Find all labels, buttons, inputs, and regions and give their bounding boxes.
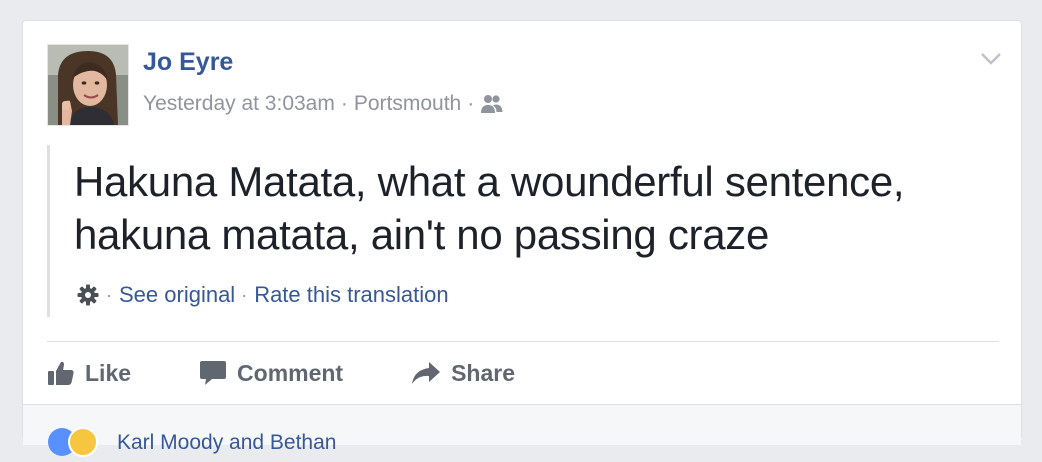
share-label: Share bbox=[451, 359, 516, 386]
reactors-text[interactable]: Karl Moody and Bethan bbox=[117, 431, 336, 455]
translated-post: Hakuna Matata, what a wounderful sentenc… bbox=[47, 145, 990, 317]
friends-icon[interactable] bbox=[480, 94, 504, 114]
post-text-line: hakuna matata, ain't no passing craze bbox=[74, 211, 770, 258]
post-timestamp[interactable]: Yesterday at 3:03am bbox=[143, 93, 335, 114]
divider bbox=[47, 341, 999, 342]
reaction-icons[interactable] bbox=[47, 427, 111, 457]
post-location[interactable]: Portsmouth bbox=[354, 93, 461, 114]
see-original-link[interactable]: See original bbox=[119, 282, 235, 308]
thumbs-up-icon bbox=[48, 361, 74, 385]
gear-icon[interactable] bbox=[76, 283, 100, 307]
post-text: Hakuna Matata, what a wounderful sentenc… bbox=[74, 155, 994, 261]
like-label: Like bbox=[85, 359, 132, 386]
like-button[interactable]: Like bbox=[47, 360, 131, 387]
post-text-line: Hakuna Matata, what a wounderful sentenc… bbox=[74, 158, 905, 205]
rate-translation-link[interactable]: Rate this translation bbox=[254, 282, 448, 308]
author-name[interactable]: Jo Eyre bbox=[143, 50, 233, 75]
share-button[interactable]: Share bbox=[411, 360, 515, 387]
reactions-bar: Karl Moody and Bethan bbox=[23, 404, 1021, 457]
translation-controls: · See original · Rate this translation bbox=[76, 282, 449, 308]
comment-icon bbox=[200, 361, 227, 385]
post-meta: Yesterday at 3:03am · Portsmouth · bbox=[143, 93, 504, 114]
action-bar: Like Comment Share bbox=[47, 349, 583, 397]
translation-separator: · bbox=[241, 284, 248, 305]
comment-button[interactable]: Comment bbox=[199, 359, 343, 387]
translation-separator: · bbox=[106, 284, 112, 305]
haha-reaction-icon bbox=[68, 427, 98, 457]
comment-label: Comment bbox=[237, 359, 344, 386]
share-arrow-icon bbox=[412, 362, 441, 384]
meta-separator: · bbox=[467, 92, 475, 115]
chevron-down-icon[interactable] bbox=[979, 51, 1003, 67]
avatar[interactable] bbox=[47, 44, 129, 126]
meta-separator: · bbox=[340, 92, 348, 115]
post-card: Jo Eyre Yesterday at 3:03am · Portsmouth… bbox=[22, 20, 1022, 457]
